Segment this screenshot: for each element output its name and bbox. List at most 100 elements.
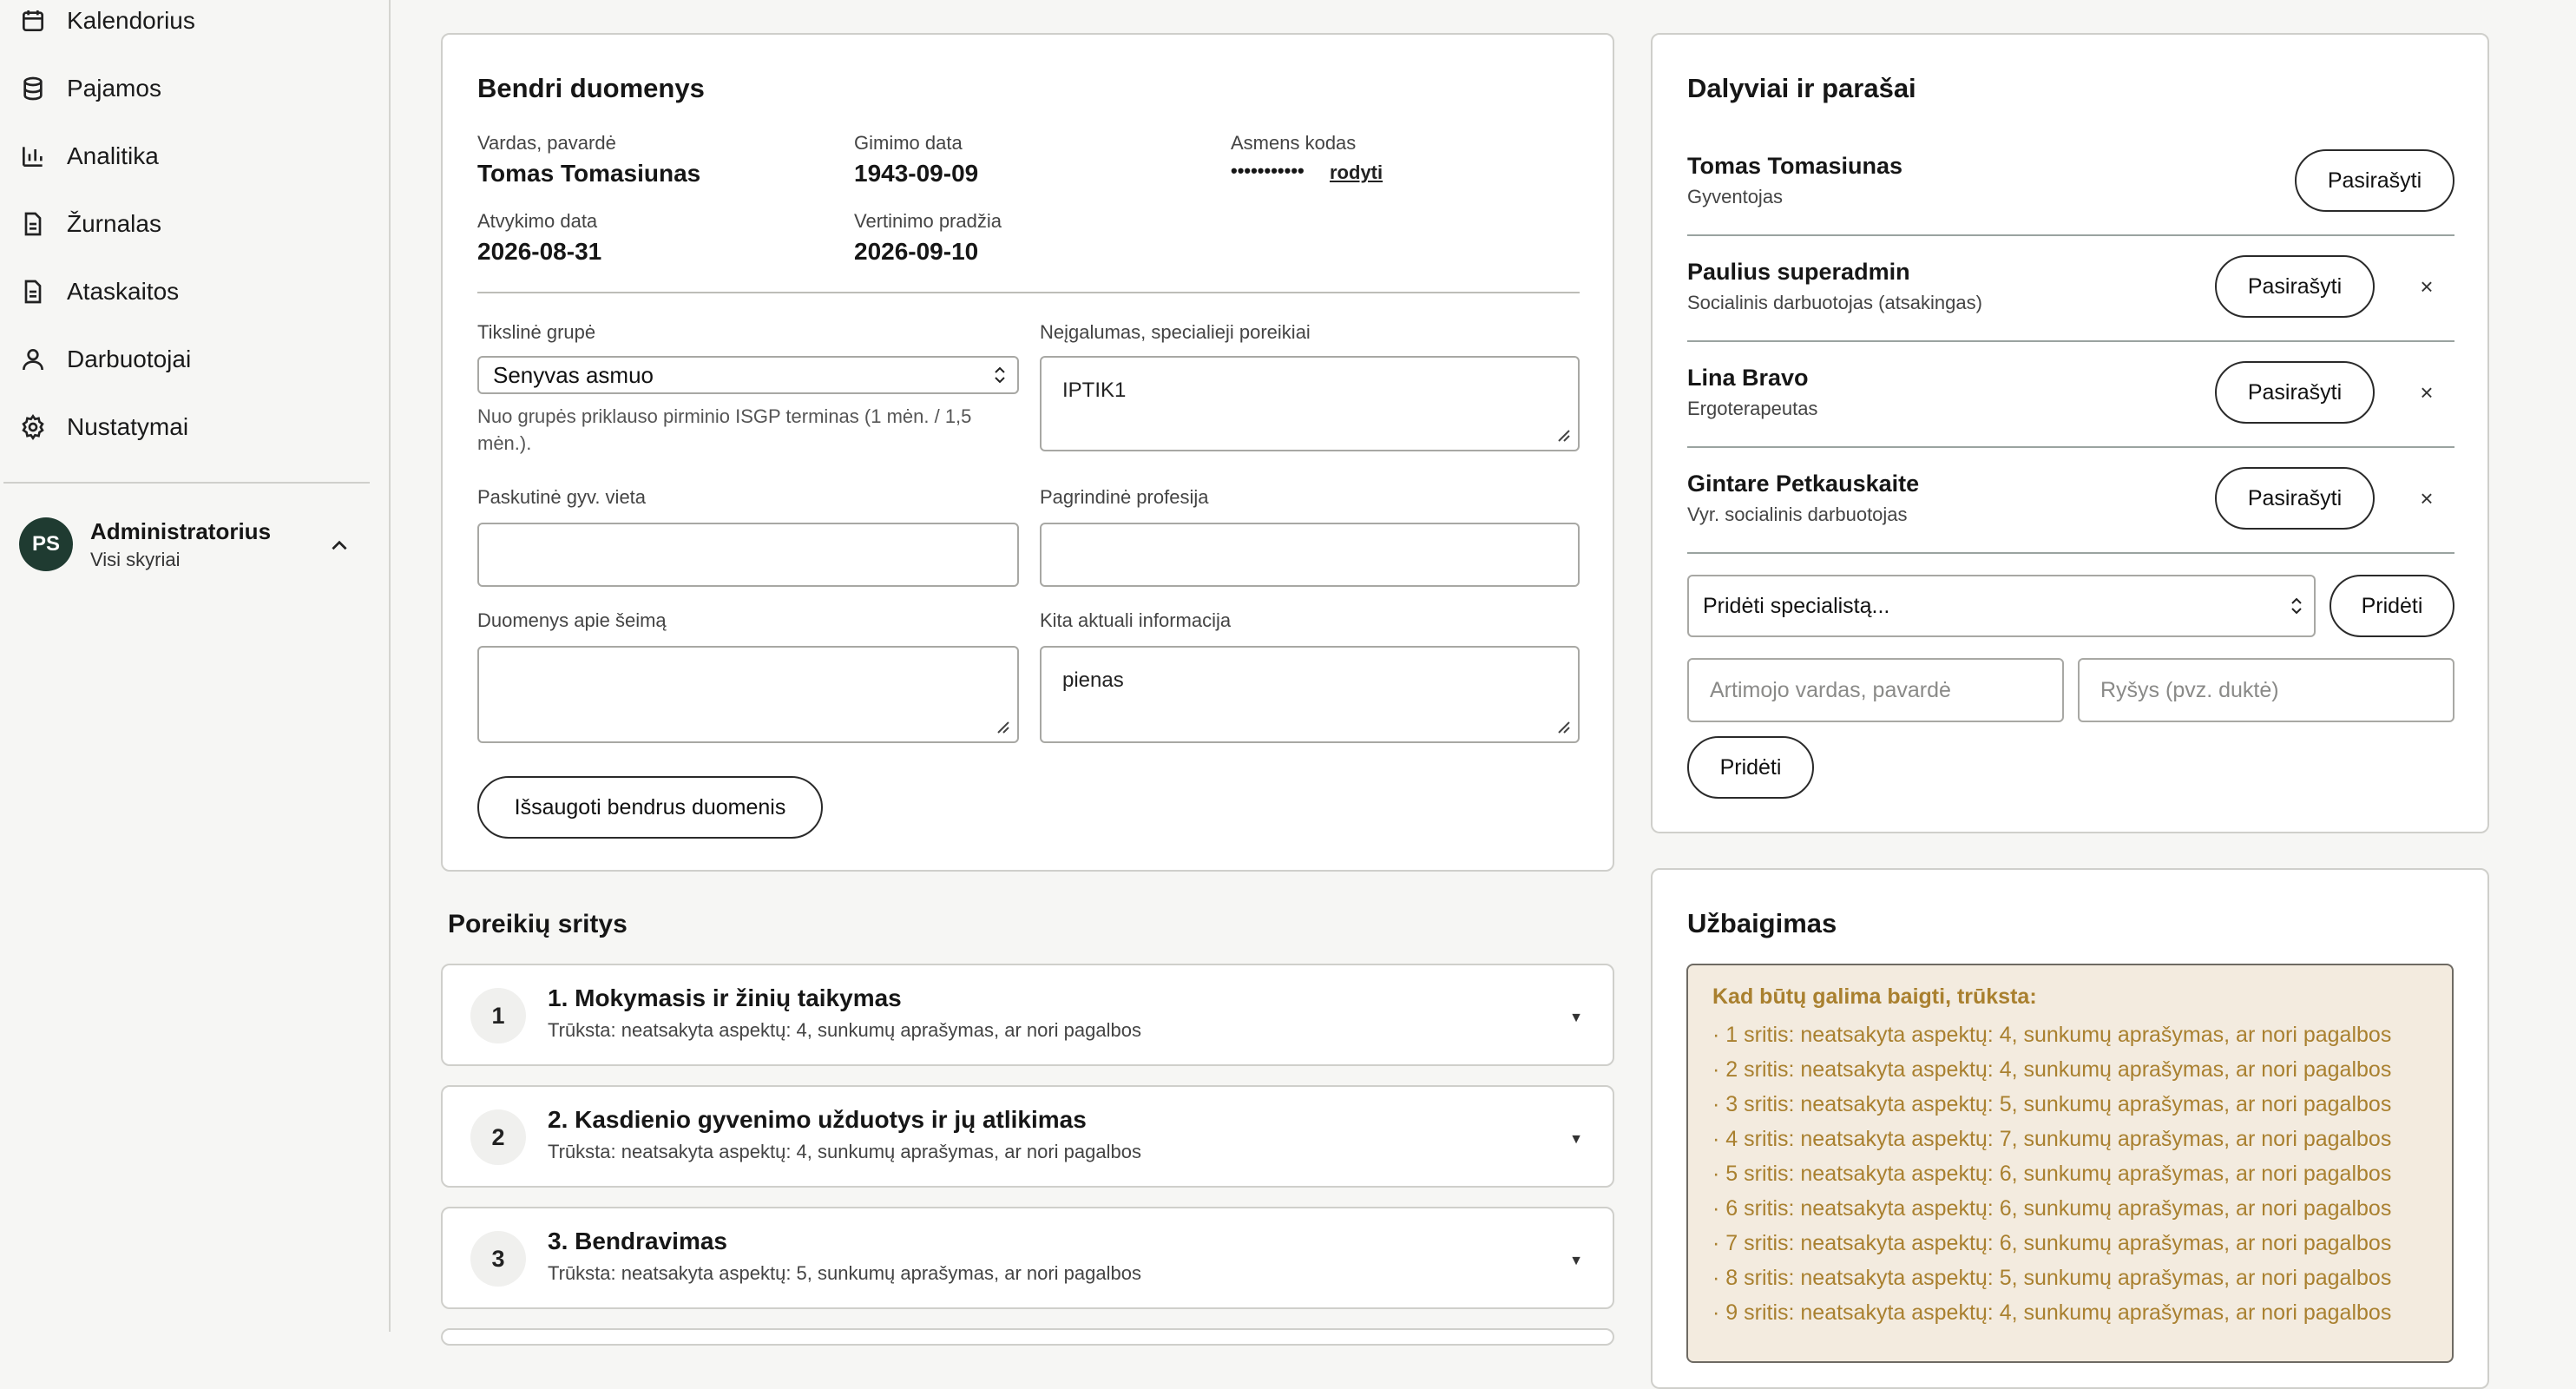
calendar-icon [17,5,49,36]
select-arrows-icon [995,366,1005,384]
area-number: 2 [470,1109,526,1165]
residence-label: Paskutinė gyv. vieta [477,486,647,508]
relative-name-placeholder: Artimojo vardas, pavardė [1710,677,1951,702]
sidebar-item-pajamos[interactable]: Pajamos [17,64,161,113]
birth-value: 1943-09-09 [854,160,979,187]
remove-icon[interactable]: × [2416,273,2437,300]
avatar: PS [19,517,73,571]
user-name: Administratorius [90,517,272,544]
sidebar-item-darbuotojai[interactable]: Darbuotojai [17,335,191,384]
bar-chart-icon [17,141,49,172]
area-status: Trūksta: neatsakyta aspektų: 4, sunkumų … [548,1019,1141,1041]
add-specialist-value: Pridėti specialistą... [1703,593,1890,618]
general-data-card: Bendri duomenys Vardas, pavardė Tomas To… [441,33,1614,872]
other-info-field[interactable]: pienas [1040,646,1580,743]
area-status: Trūksta: neatsakyta aspektų: 5, sunkumų … [548,1262,1141,1284]
group-select-value: Senyvas asmuo [493,361,654,388]
disability-label: Neįgalumas, specialieji poreikiai [1040,321,1311,343]
caret-down-icon: ▼ [1569,1132,1583,1147]
family-field[interactable] [477,646,1019,743]
alert-line: · 7 sritis: neatsakyta aspektų: 6, sunku… [1712,1231,2392,1255]
participant-separator [1687,552,2454,554]
needs-area-row[interactable]: 3 3. Bendravimas Trūksta: neatsakyta asp… [441,1207,1614,1309]
disability-value: IPTIK1 [1062,379,1127,402]
needs-title: Poreikių sritys [448,910,628,938]
participant-name: Gintare Petkauskaite [1687,471,1920,497]
arrival-label: Atvykimo data [477,210,598,232]
divider [477,292,1580,293]
add-specialist-select[interactable]: Pridėti specialistą... [1687,575,2316,637]
participant-name: Paulius superadmin [1687,259,1910,285]
resize-grip-icon[interactable] [1555,427,1571,443]
user-menu[interactable]: PS Administratorius Visi skyriai [19,517,271,571]
family-label: Duomenys apie šeimą [477,609,667,631]
add-relative-button[interactable]: Pridėti [1687,736,1814,799]
alert-line: · 1 sritis: neatsakyta aspektų: 4, sunku… [1712,1023,2392,1047]
alert-line: · 9 sritis: neatsakyta aspektų: 4, sunku… [1712,1300,2392,1325]
area-status: Trūksta: neatsakyta aspektų: 4, sunkumų … [548,1141,1141,1162]
profession-label: Pagrindinė profesija [1040,486,1209,508]
participant-role: Gyventojas [1687,186,1784,207]
sidebar-item-ataskaitos[interactable]: Ataskaitos [17,267,179,316]
relation-placeholder: Ryšys (pvz. duktė) [2100,677,2279,702]
remove-icon[interactable]: × [2416,379,2437,405]
relation-input[interactable]: Ryšys (pvz. duktė) [2078,658,2454,722]
caret-down-icon: ▼ [1569,1254,1583,1268]
missing-requirements-alert: Kad būtų galima baigti, trūksta: · 1 sri… [1686,964,2454,1363]
card-title: Bendri duomenys [477,73,705,103]
add-specialist-button[interactable]: Pridėti [2330,575,2454,637]
sidebar-item-analitika[interactable]: Analitika [17,132,159,181]
birth-label: Gimimo data [854,132,963,154]
profession-field[interactable] [1040,523,1580,587]
residence-field[interactable] [477,523,1019,587]
arrival-value: 2026-08-31 [477,238,602,265]
alert-line: · 8 sritis: neatsakyta aspektų: 5, sunku… [1712,1266,2392,1290]
alert-title: Kad būtų galima baigti, trūksta: [1712,984,2037,1009]
user-subtitle: Visi skyriai [90,548,181,570]
needs-area-row[interactable]: 1 1. Mokymasis ir žinių taikymas Trūksta… [441,964,1614,1066]
sign-button[interactable]: Pasirašyti [2215,467,2375,530]
eval-label: Vertinimo pradžia [854,210,1002,232]
needs-area-row[interactable]: 2 2. Kasdienio gyvenimo užduotys ir jų a… [441,1085,1614,1188]
save-general-button[interactable]: Išsaugoti bendrus duomenis [477,776,823,839]
eval-value: 2026-09-10 [854,238,979,265]
sign-button[interactable]: Pasirašyti [2295,149,2454,212]
participant-name: Lina Bravo [1687,365,1809,391]
participant-separator [1687,340,2454,342]
sidebar-item-label: Ataskaitos [67,278,180,305]
sidebar-item-label: Nustatymai [67,413,189,440]
area-title: 2. Kasdienio gyvenimo užduotys ir jų atl… [548,1106,1087,1133]
chevron-up-icon[interactable] [328,535,351,557]
database-icon [17,73,49,104]
show-code-link[interactable]: rodyti [1330,161,1383,184]
area-title: 3. Bendravimas [548,1228,727,1254]
resize-grip-icon[interactable] [1555,719,1571,734]
sidebar-item-label: Pajamos [67,75,161,102]
sidebar-item-label: Analitika [67,142,159,169]
sidebar-item-label: Darbuotojai [67,346,192,372]
sidebar-item-zurnalas[interactable]: Žurnalas [17,200,161,248]
remove-icon[interactable]: × [2416,485,2437,511]
area-number: 3 [470,1231,526,1287]
card-title: Užbaigimas [1687,908,1837,938]
alert-line: · 4 sritis: neatsakyta aspektų: 7, sunku… [1712,1127,2392,1151]
needs-area-row-partial[interactable] [441,1328,1614,1346]
sidebar-item-kalendorius[interactable]: Kalendorius [17,0,195,45]
document-icon [17,276,49,307]
disability-field[interactable]: IPTIK1 [1040,356,1580,451]
sign-button[interactable]: Pasirašyti [2215,255,2375,318]
participants-card: Dalyviai ir parašai Tomas Tomasiunas Gyv… [1651,33,2489,833]
code-label: Asmens kodas [1231,132,1357,154]
group-select[interactable]: Senyvas asmuo [477,356,1019,394]
sign-button[interactable]: Pasirašyti [2215,361,2375,424]
relative-name-input[interactable]: Artimojo vardas, pavardė [1687,658,2064,722]
alert-line: · 5 sritis: neatsakyta aspektų: 6, sunku… [1712,1162,2392,1186]
participant-name: Tomas Tomasiunas [1687,153,1903,179]
sidebar-item-label: Kalendorius [67,7,195,34]
group-label: Tikslinė grupė [477,321,596,343]
code-value: ••••••••••• [1231,160,1304,181]
resize-grip-icon[interactable] [995,719,1010,734]
gear-icon [17,411,49,443]
area-title: 1. Mokymasis ir žinių taikymas [548,984,902,1011]
sidebar-item-nustatymai[interactable]: Nustatymai [17,403,188,451]
